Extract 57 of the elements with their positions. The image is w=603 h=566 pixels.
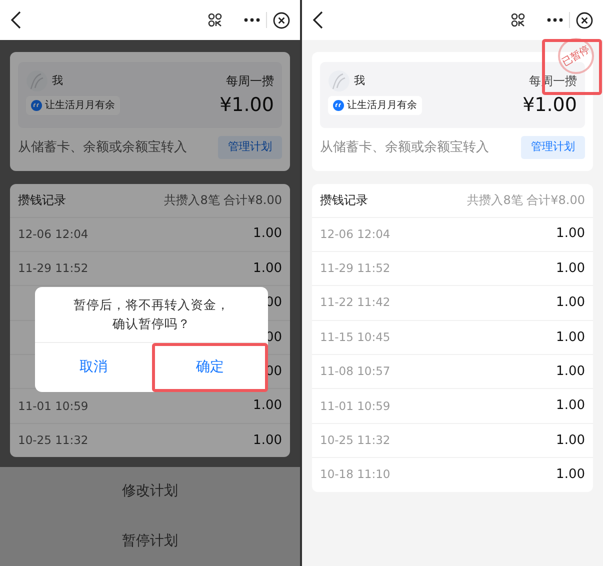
record-date: 11-15 10:45 <box>320 328 390 346</box>
plan-frequency: 每周一攒 <box>226 73 274 90</box>
more-icon[interactable] <box>244 18 260 22</box>
dialog-button[interactable]: 确定 <box>152 343 268 392</box>
dialog-message: 确认暂停吗？ <box>112 314 190 332</box>
records-title: 攒钱记录 <box>320 192 368 209</box>
record-amount: 1.00 <box>253 397 282 416</box>
record-amount: 1.00 <box>253 432 282 450</box>
scan-icon[interactable] <box>511 13 525 27</box>
record-amount: 1.00 <box>556 363 585 381</box>
sheet-option[interactable]: 修改计划 <box>0 467 300 516</box>
avatar-icon <box>328 70 350 92</box>
motto-text: 让生活月月有余 <box>347 98 417 113</box>
record-amount: 1.00 <box>556 328 585 347</box>
record-date: 11-29 11:52 <box>18 260 88 277</box>
more-icon[interactable] <box>547 18 563 22</box>
quote-icon <box>333 100 344 111</box>
dialog-button[interactable]: 取消 <box>35 343 152 392</box>
record-date: 11-22 11:42 <box>320 294 390 312</box>
close-icon[interactable] <box>273 12 290 28</box>
source-text: 从储蓄卡、余额或余额宝转入 <box>320 138 489 156</box>
record-date: 10-25 11:32 <box>18 432 88 449</box>
record-amount: 1.00 <box>556 397 585 416</box>
record-date: 12-06 12:04 <box>320 226 390 243</box>
record-date: 11-29 11:52 <box>320 260 390 277</box>
manage-plan-button[interactable]: 管理计划 <box>521 136 585 158</box>
record-amount: 1.00 <box>556 260 585 278</box>
quote-icon <box>31 100 42 111</box>
dialog-message: 暂停后，将不再转入资金， <box>74 296 230 314</box>
source-text: 从储蓄卡、余额或余额宝转入 <box>18 138 187 156</box>
sheet-option[interactable]: 暂停计划 <box>0 516 300 566</box>
records-title: 攒钱记录 <box>18 192 66 209</box>
records-summary: 共攒入8笔 合计¥8.00 <box>164 192 282 209</box>
motto-text: 让生活月月有余 <box>45 98 115 113</box>
record-amount: 1.00 <box>556 294 585 312</box>
record-date: 11-01 10:59 <box>18 398 88 415</box>
back-icon[interactable] <box>312 10 324 30</box>
plan-amount: ¥1.00 <box>522 96 577 115</box>
record-date: 10-25 11:32 <box>320 432 390 449</box>
records-summary: 共攒入8笔 合计¥8.00 <box>467 192 585 209</box>
stamp-label: 已暂停 <box>559 42 593 70</box>
plan-amount: ¥1.00 <box>220 96 274 115</box>
owner-name: 我 <box>52 72 63 89</box>
record-amount: 1.00 <box>556 432 585 450</box>
close-icon[interactable] <box>576 12 593 28</box>
record-date: 10-18 11:10 <box>320 466 390 484</box>
back-icon[interactable] <box>10 10 22 30</box>
record-amount: 1.00 <box>253 260 282 278</box>
manage-plan-button[interactable]: 管理计划 <box>218 136 282 158</box>
record-date: 12-06 12:04 <box>18 226 88 243</box>
owner-name: 我 <box>354 72 365 89</box>
record-date: 11-08 10:57 <box>320 363 390 380</box>
record-amount: 1.00 <box>556 466 585 484</box>
record-amount: 1.00 <box>556 225 585 244</box>
record-amount: 1.00 <box>253 225 282 244</box>
record-date: 11-01 10:59 <box>320 398 390 415</box>
scan-icon[interactable] <box>208 13 222 27</box>
